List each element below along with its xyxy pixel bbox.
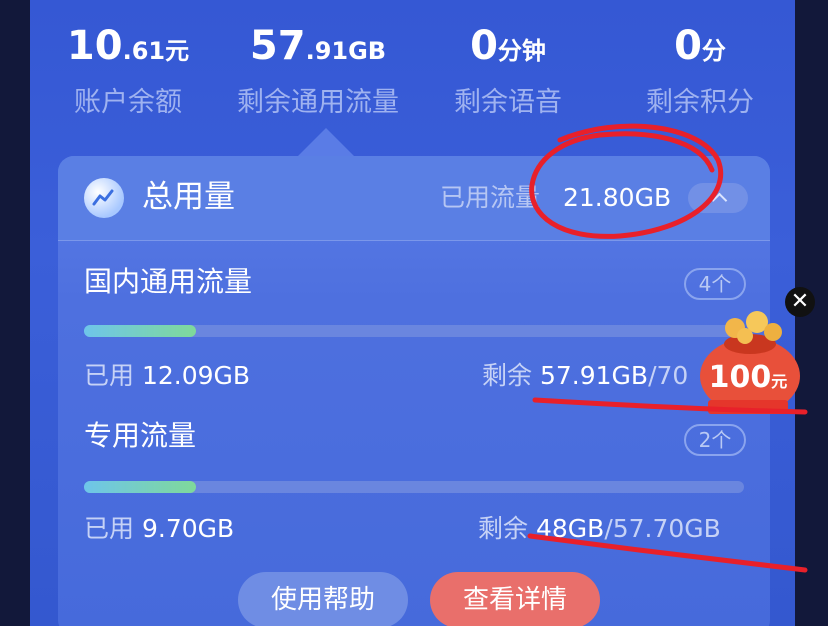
stat-points[interactable]: 0分 剩余积分 [610,22,790,121]
usage-help-button[interactable]: 使用帮助 [238,572,408,626]
stat-remaining-voice[interactable]: 0分钟 剩余语音 [418,22,598,121]
card-pointer [296,128,356,158]
dedicated-data-progress-fill [84,481,197,493]
dedicated-remain-value: 48GB [535,514,605,543]
total-used-value: 21.80GB [563,183,672,212]
promo-amount-value: 100 [708,360,772,395]
dedicated-used-label: 已用 [84,514,135,543]
domestic-used-value: 12.09GB [141,361,251,390]
dedicated-remain-label: 剩余 [478,514,529,543]
domestic-data-title: 国内通用流量 [84,265,253,298]
promo-amount[interactable]: 100元 [703,360,793,400]
stat-remaining-voice-label: 剩余语音 [454,87,562,118]
stat-remaining-data-label: 剩余通用流量 [237,87,399,118]
dedicated-used-row: 已用 9.70GB [84,511,234,547]
usage-chart-icon [84,178,124,218]
view-details-button[interactable]: 查看详情 [430,572,600,626]
stat-points-label: 剩余积分 [646,87,754,118]
domestic-used-row: 已用 12.09GB [84,358,250,394]
dedicated-used-value: 9.70GB [141,514,235,543]
dedicated-data-count-badge[interactable]: 2个 [684,424,746,456]
collapse-toggle-chevron-up-icon[interactable] [688,183,748,213]
stat-balance-label: 账户余额 [74,87,182,118]
dedicated-total-value: /57.70GB [604,514,721,543]
domestic-used-label: 已用 [84,361,135,390]
dedicated-remain-row: 剩余 48GB/57.70GB [478,511,721,547]
domestic-total-value: /70 [648,361,689,390]
dedicated-data-progress-track [84,481,744,493]
stat-balance-value: 10.61元 [66,23,190,69]
domestic-data-count-badge[interactable]: 4个 [684,268,746,300]
domestic-remain-label: 剩余 [482,361,533,390]
promo-tag [708,400,788,414]
stat-remaining-data[interactable]: 57.91GB 剩余通用流量 [228,22,408,121]
domestic-remain-value: 57.91GB [539,361,649,390]
close-promo-icon[interactable]: ✕ [785,287,815,317]
total-used-label: 已用流量 [440,183,541,212]
stat-remaining-data-value: 57.91GB [249,23,387,69]
domestic-remain-row: 剩余 57.91GB/70 [482,358,688,394]
total-usage-title: 总用量 [142,179,235,215]
promo-amount-unit: 元 [771,372,788,391]
stat-points-value: 0分 [674,23,726,69]
stat-balance[interactable]: 10.61元 账户余额 [38,22,218,121]
domestic-data-progress-track [84,325,744,337]
stat-remaining-voice-value: 0分钟 [470,23,546,69]
dedicated-data-title: 专用流量 [84,419,197,452]
domestic-data-progress-fill [84,325,197,337]
